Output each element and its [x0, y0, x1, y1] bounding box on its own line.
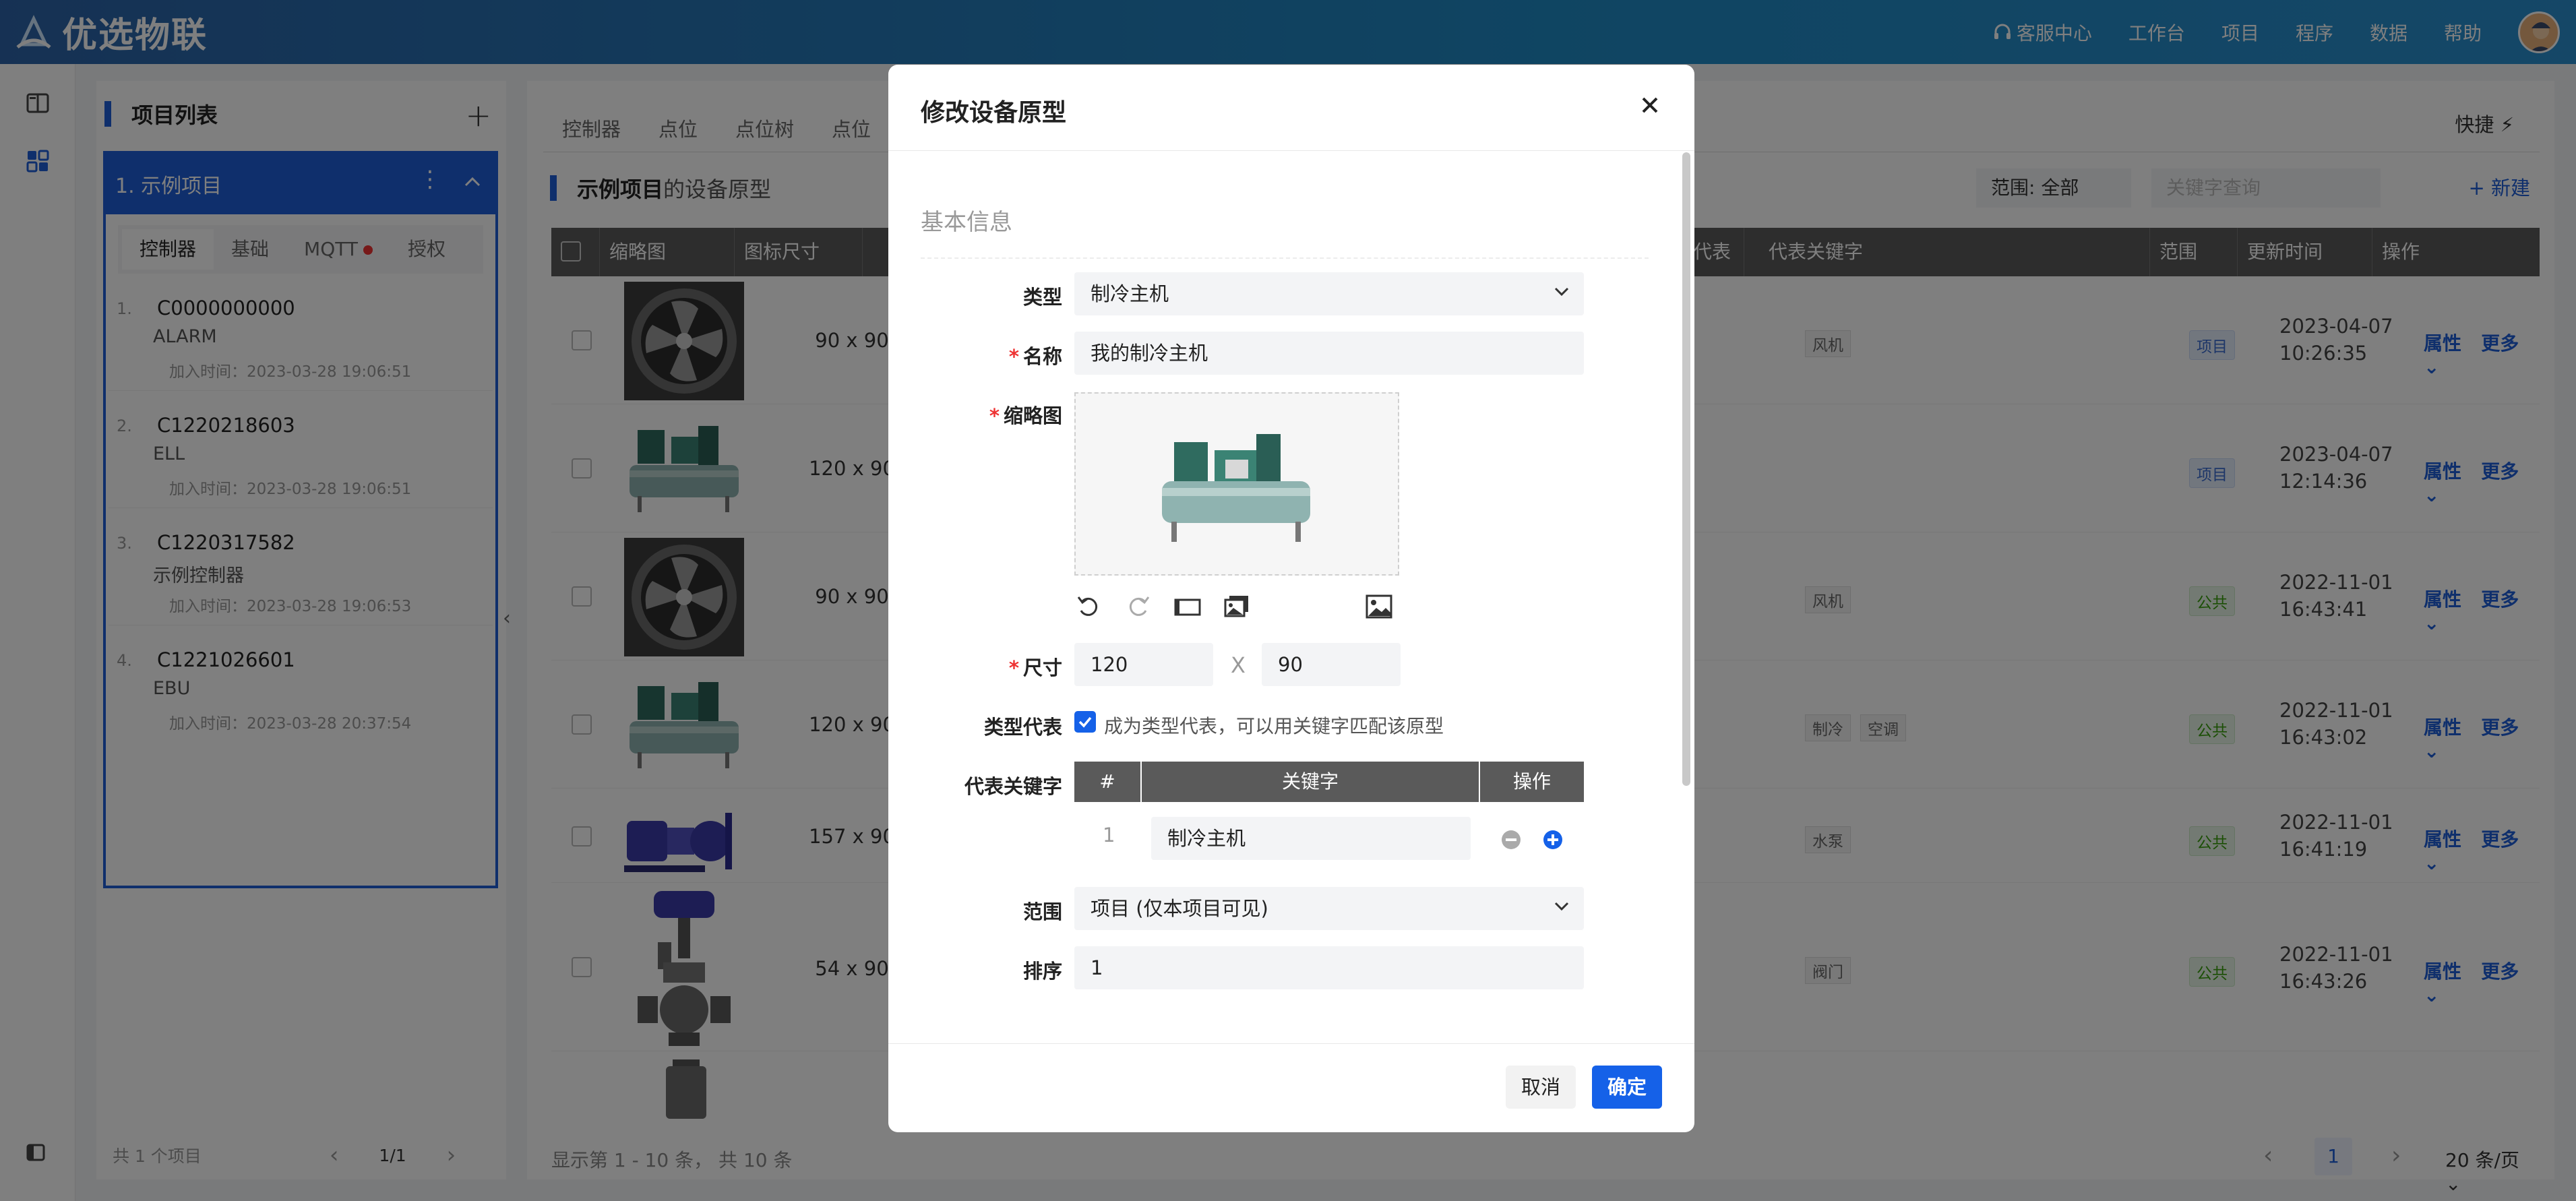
thumbnail-upload[interactable] — [1074, 392, 1399, 576]
name-label: * 名称 — [900, 341, 1062, 369]
size-label: * 尺寸 — [900, 652, 1062, 681]
size-separator: X — [1231, 652, 1246, 678]
width-input[interactable]: 120 — [1074, 643, 1213, 686]
keyword-table: # 关键字 操作 1 制冷主机 — [1074, 762, 1584, 876]
height-input[interactable]: 90 — [1262, 643, 1401, 686]
check-icon — [1078, 716, 1092, 728]
chevron-down-icon — [1554, 287, 1569, 297]
rep-checkbox[interactable] — [1074, 711, 1096, 733]
confirm-button[interactable]: 确定 — [1592, 1066, 1662, 1109]
required-mark: * — [1008, 345, 1019, 368]
scope-select[interactable]: 项目 (仅本项目可见) — [1074, 887, 1584, 930]
scope-value: 项目 (仅本项目可见) — [1091, 897, 1268, 920]
kw-row-index: 1 — [1103, 824, 1115, 846]
order-label: 排序 — [1022, 960, 1062, 983]
keyword-value: 制冷主机 — [1167, 827, 1246, 850]
rotate-right-icon[interactable] — [1123, 592, 1153, 621]
thumb-label: * 缩略图 — [900, 400, 1062, 429]
aspect-ratio-icon[interactable] — [1173, 592, 1202, 621]
kw-col-index: # — [1074, 762, 1142, 802]
scope-label: 范围 — [1022, 900, 1062, 923]
close-icon[interactable] — [1635, 90, 1665, 120]
height-value: 90 — [1278, 653, 1303, 676]
rotate-left-icon[interactable] — [1074, 592, 1104, 621]
rep-label: 类型代表 — [983, 716, 1062, 739]
dialog-footer: 取消 确定 — [888, 1043, 1694, 1132]
name-label-text: 名称 — [1022, 345, 1062, 368]
add-circle-icon[interactable] — [1542, 829, 1564, 851]
section-title: 基本信息 — [921, 209, 1012, 236]
gallery-icon[interactable] — [1223, 592, 1252, 621]
order-input[interactable]: 1 — [1074, 946, 1584, 989]
edit-prototype-dialog: 修改设备原型 基本信息 类型 制冷主机 * 名称 我的制冷主机 * 缩略图 * 尺寸 … — [888, 65, 1694, 1132]
dialog-scrollbar[interactable] — [1682, 152, 1690, 786]
rep-description: 成为类型代表，可以用关键字匹配该原型 — [1104, 715, 1444, 737]
kw-col-keyword: 关键字 — [1142, 762, 1480, 802]
thumbnail-toolbar — [1074, 592, 1411, 625]
name-value: 我的制冷主机 — [1091, 342, 1208, 365]
remove-circle-icon[interactable] — [1500, 829, 1522, 851]
width-value: 120 — [1091, 653, 1128, 676]
dialog-title: 修改设备原型 — [921, 99, 1067, 127]
size-label-text: 尺寸 — [1022, 656, 1062, 679]
required-mark: * — [989, 404, 1000, 427]
type-value: 制冷主机 — [1091, 282, 1169, 305]
kw-label: 代表关键字 — [964, 775, 1062, 798]
cancel-button[interactable]: 取消 — [1506, 1066, 1576, 1109]
keyword-input[interactable]: 制冷主机 — [1151, 817, 1471, 860]
kw-col-actions: 操作 — [1512, 770, 1551, 793]
dialog-header: 修改设备原型 — [888, 65, 1694, 151]
type-label: 类型 — [1022, 286, 1062, 309]
order-value: 1 — [1091, 956, 1103, 979]
chiller-image — [1162, 434, 1310, 542]
required-mark: * — [1008, 656, 1019, 679]
table-row: 1 制冷主机 — [1074, 802, 1584, 876]
name-input[interactable]: 我的制冷主机 — [1074, 332, 1584, 375]
thumb-label-text: 缩略图 — [1003, 404, 1062, 427]
section-divider — [921, 257, 1649, 259]
image-upload-icon[interactable] — [1364, 592, 1394, 621]
type-select[interactable]: 制冷主机 — [1074, 272, 1584, 315]
keyword-table-header: # 关键字 操作 — [1074, 762, 1584, 802]
chevron-down-icon — [1554, 902, 1569, 911]
